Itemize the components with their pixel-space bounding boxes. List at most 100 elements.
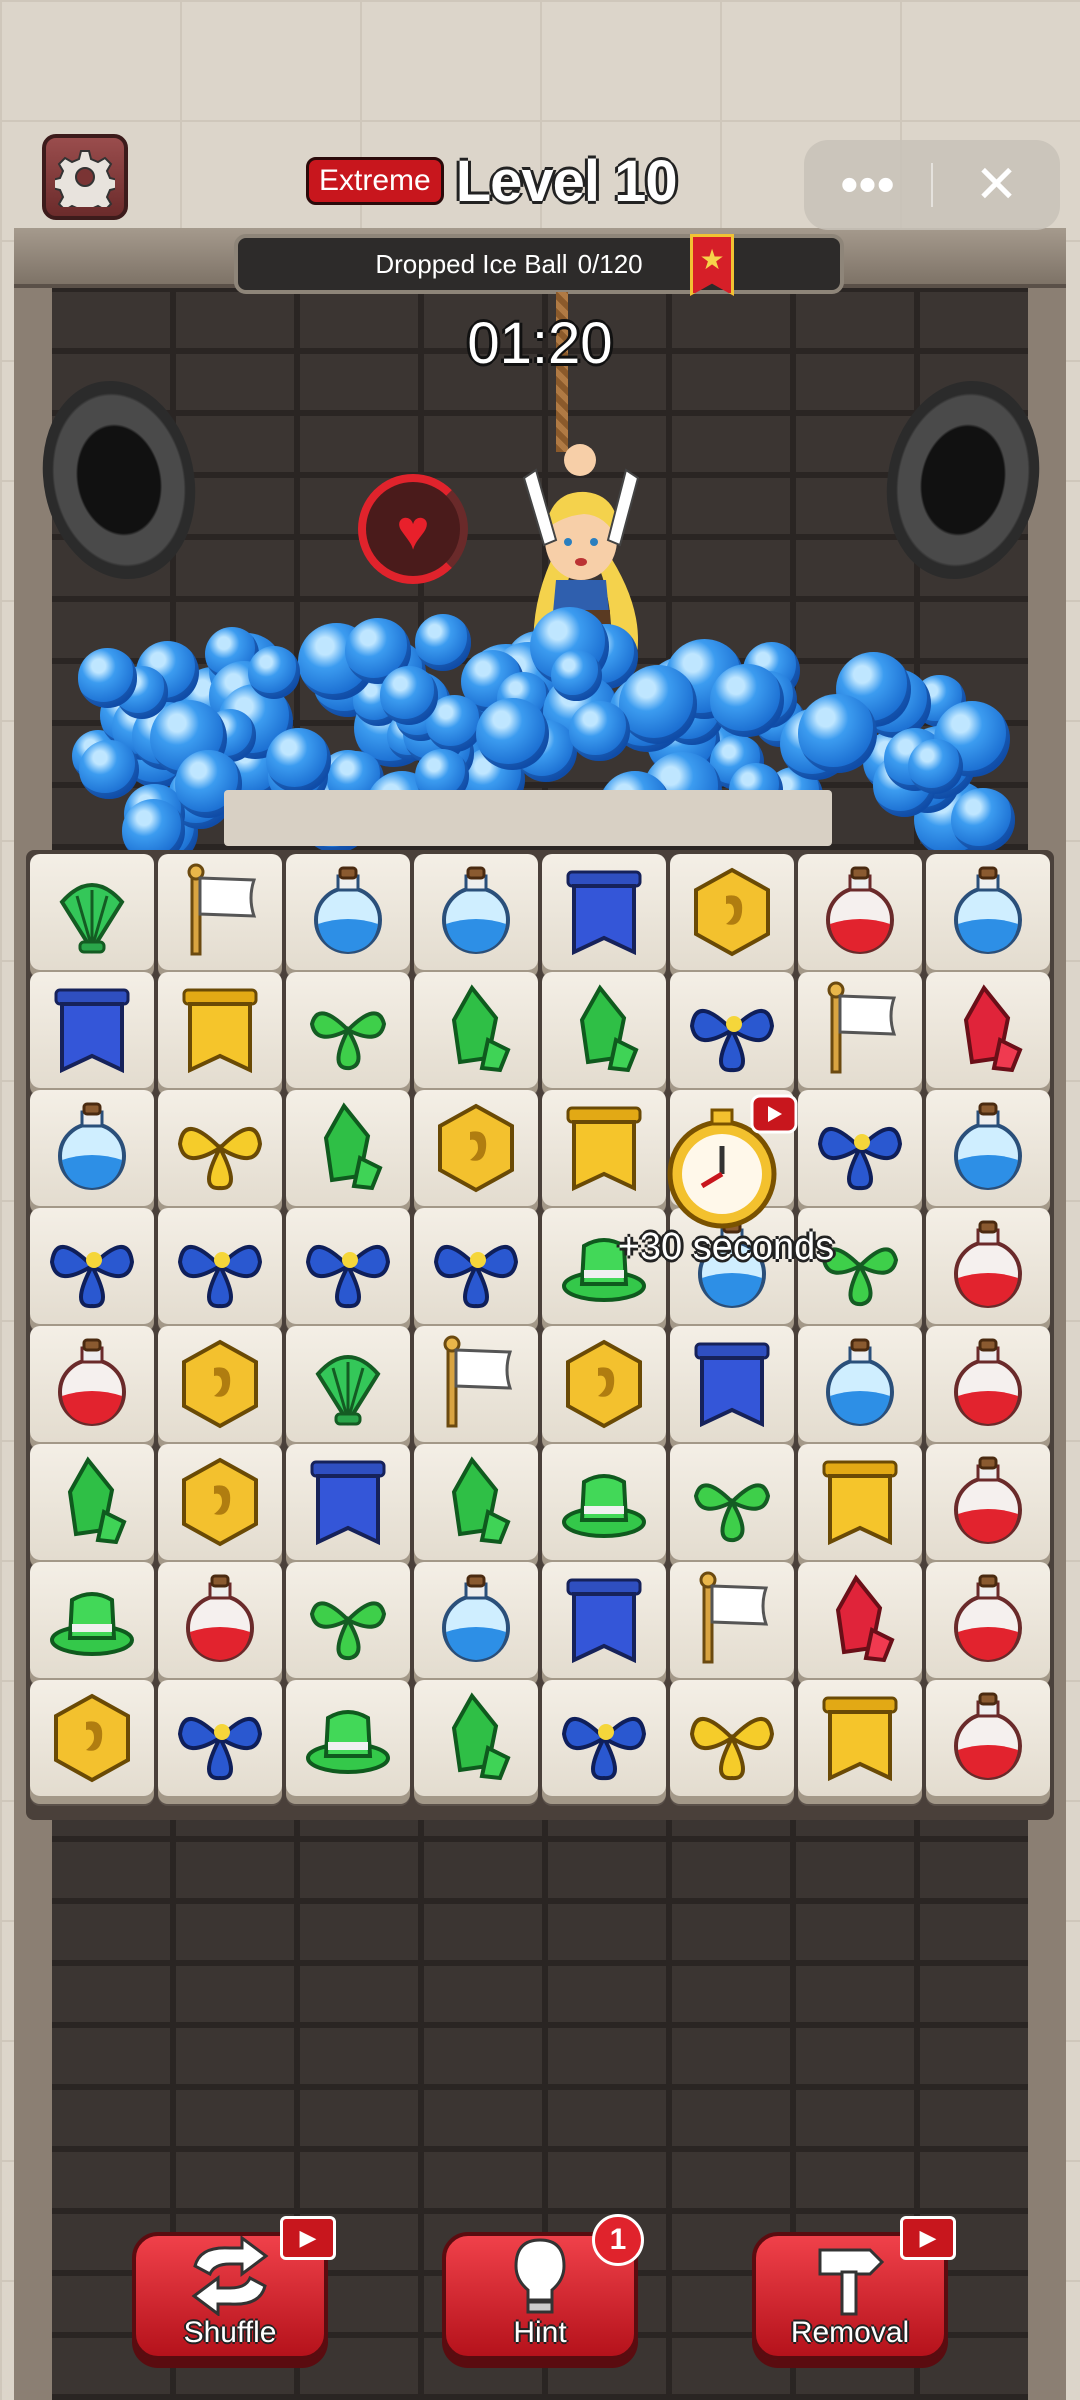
- tile-green-hat[interactable]: [30, 1562, 154, 1678]
- flag-icon: [699, 1571, 769, 1664]
- blue-potion-icon: [314, 866, 382, 954]
- green-hat-icon: [562, 1474, 646, 1538]
- difficulty-badge: Extreme: [306, 157, 444, 205]
- tile-red-potion[interactable]: [30, 1326, 154, 1442]
- tile-green-crystal[interactable]: [414, 1444, 538, 1560]
- tile-blue-potion[interactable]: [286, 854, 410, 970]
- red-potion-icon: [58, 1338, 126, 1426]
- tile-blue-banner[interactable]: [542, 854, 666, 970]
- tile-shell[interactable]: [30, 854, 154, 970]
- green-leaves-icon: [309, 1601, 387, 1661]
- red-potion-icon: [826, 866, 894, 954]
- tile-gold-banner[interactable]: [798, 1444, 922, 1560]
- removal-button[interactable]: ▶ Removal: [752, 2216, 956, 2360]
- ice-ball: [798, 694, 877, 773]
- tile-shell[interactable]: [286, 1326, 410, 1442]
- tile-blue-flower[interactable]: [158, 1208, 282, 1324]
- tile-red-potion[interactable]: [798, 854, 922, 970]
- tile-yellow-flower[interactable]: [670, 1680, 794, 1796]
- green-leaves-icon: [693, 1483, 771, 1543]
- tile-blue-flower[interactable]: [414, 1208, 538, 1324]
- tile-gold-banner[interactable]: [798, 1680, 922, 1796]
- more-button[interactable]: •••: [804, 140, 931, 230]
- tile-blue-potion[interactable]: [414, 1562, 538, 1678]
- ice-ball: [247, 645, 301, 699]
- tile-blue-potion[interactable]: [798, 1326, 922, 1442]
- settings-button[interactable]: [42, 134, 128, 220]
- tile-gold-coin[interactable]: [414, 1090, 538, 1206]
- tile-blue-banner[interactable]: [670, 1326, 794, 1442]
- green-crystal-icon: [451, 984, 511, 1073]
- green-crystal-icon: [67, 1456, 127, 1545]
- video-icon: ▶: [280, 2216, 336, 2260]
- tile-blue-banner[interactable]: [30, 972, 154, 1088]
- tile-blue-banner[interactable]: [286, 1444, 410, 1560]
- tile-blue-flower[interactable]: [158, 1680, 282, 1796]
- tile-red-potion[interactable]: [926, 1680, 1050, 1796]
- tile-red-potion[interactable]: [926, 1326, 1050, 1442]
- ice-ball: [951, 787, 1016, 852]
- tile-green-crystal[interactable]: [414, 972, 538, 1088]
- tile-flag[interactable]: [798, 972, 922, 1088]
- tile-flag[interactable]: [158, 854, 282, 970]
- tile-board: [26, 850, 1054, 1820]
- tile-gold-coin[interactable]: [158, 1326, 282, 1442]
- tile-gold-banner[interactable]: [158, 972, 282, 1088]
- tile-green-hat[interactable]: [286, 1680, 410, 1796]
- tile-blue-flower[interactable]: [798, 1090, 922, 1206]
- tile-green-hat[interactable]: [542, 1444, 666, 1560]
- tile-red-potion[interactable]: [158, 1562, 282, 1678]
- tile-blue-potion[interactable]: [926, 854, 1050, 970]
- tile-blue-flower[interactable]: [670, 972, 794, 1088]
- ice-ball: [569, 700, 630, 761]
- green-crystal-icon: [579, 984, 639, 1073]
- tile-blue-banner[interactable]: [542, 1562, 666, 1678]
- lightbulb-icon: [514, 2238, 566, 2314]
- stopwatch-icon[interactable]: [650, 1090, 800, 1240]
- tile-gold-coin[interactable]: [542, 1326, 666, 1442]
- blue-banner-icon: [54, 988, 130, 1074]
- red-potion-icon: [954, 1338, 1022, 1426]
- tile-blue-flower[interactable]: [286, 1208, 410, 1324]
- tile-red-potion[interactable]: [926, 1444, 1050, 1560]
- tile-green-crystal[interactable]: [414, 1680, 538, 1796]
- tile-flag[interactable]: [414, 1326, 538, 1442]
- tile-green-crystal[interactable]: [286, 1090, 410, 1206]
- red-crystal-icon: [835, 1574, 895, 1663]
- tile-blue-flower[interactable]: [30, 1208, 154, 1324]
- gold-coin-icon: [438, 1103, 514, 1193]
- tile-green-leaves[interactable]: [670, 1444, 794, 1560]
- gold-coin-icon: [566, 1339, 642, 1429]
- tile-blue-potion[interactable]: [414, 854, 538, 970]
- tile-red-potion[interactable]: [926, 1562, 1050, 1678]
- red-potion-icon: [954, 1456, 1022, 1544]
- heart-icon: ♥: [358, 474, 468, 584]
- tile-blue-potion[interactable]: [30, 1090, 154, 1206]
- tile-gold-banner[interactable]: [542, 1090, 666, 1206]
- tile-flag[interactable]: [670, 1562, 794, 1678]
- close-icon: ✕: [974, 156, 1019, 214]
- shuffle-icon: [191, 2236, 269, 2316]
- tile-blue-potion[interactable]: [926, 1090, 1050, 1206]
- tile-yellow-flower[interactable]: [158, 1090, 282, 1206]
- tile-blue-flower[interactable]: [542, 1680, 666, 1796]
- tile-red-crystal[interactable]: [926, 972, 1050, 1088]
- blue-potion-icon: [826, 1338, 894, 1426]
- tile-gold-coin[interactable]: [30, 1680, 154, 1796]
- blue-flower-icon: [817, 1126, 903, 1191]
- tile-red-crystal[interactable]: [798, 1562, 922, 1678]
- tile-gold-coin[interactable]: [670, 854, 794, 970]
- shuffle-button[interactable]: ▶ Shuffle: [132, 2216, 336, 2360]
- tile-gold-coin[interactable]: [158, 1444, 282, 1560]
- hint-button[interactable]: 1 Hint: [442, 2214, 644, 2360]
- tile-green-crystal[interactable]: [30, 1444, 154, 1560]
- tile-red-potion[interactable]: [926, 1208, 1050, 1324]
- tile-green-leaves[interactable]: [286, 1562, 410, 1678]
- close-button[interactable]: ✕: [933, 140, 1060, 230]
- tile-green-crystal[interactable]: [542, 972, 666, 1088]
- green-hat-icon: [306, 1710, 390, 1774]
- video-icon: ▶: [900, 2216, 956, 2260]
- hint-count-badge: 1: [592, 2214, 644, 2266]
- tile-green-leaves[interactable]: [286, 972, 410, 1088]
- green-crystal-icon: [451, 1456, 511, 1545]
